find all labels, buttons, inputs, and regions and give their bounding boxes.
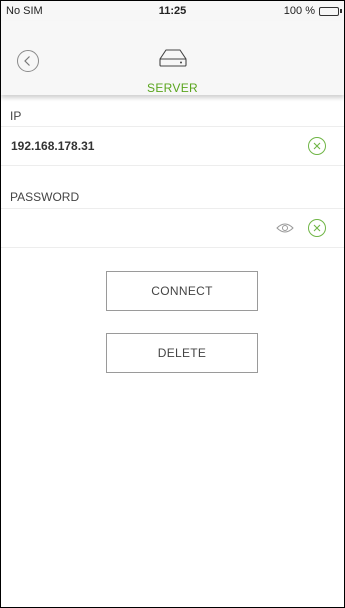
server-drive-icon	[159, 49, 187, 67]
back-button[interactable]	[17, 50, 39, 72]
battery-indicator: 100 %	[284, 5, 342, 17]
app-screen: No SIM 11:25 100 % SERVER IP 192.168.178…	[0, 0, 345, 608]
password-field	[1, 208, 344, 248]
battery-percent: 100 %	[283, 5, 315, 17]
chevron-left-icon	[24, 56, 30, 66]
ip-input[interactable]	[11, 137, 261, 155]
ip-field	[1, 126, 344, 166]
status-bar: No SIM 11:25 100 %	[1, 1, 344, 21]
clear-x-icon	[313, 224, 321, 232]
password-label: PASSWORD	[10, 190, 80, 204]
battery-icon	[319, 6, 339, 16]
clear-x-icon	[313, 142, 321, 150]
password-clear-button[interactable]	[308, 219, 326, 237]
ip-clear-button[interactable]	[308, 137, 326, 155]
password-input[interactable]	[11, 219, 261, 237]
eye-icon[interactable]	[276, 221, 294, 235]
connect-button[interactable]: CONNECT	[106, 271, 258, 311]
delete-button[interactable]: DELETE	[106, 333, 258, 373]
ip-label: IP	[10, 109, 22, 123]
navigation-header: SERVER	[1, 21, 344, 95]
page-title: SERVER	[147, 81, 198, 95]
